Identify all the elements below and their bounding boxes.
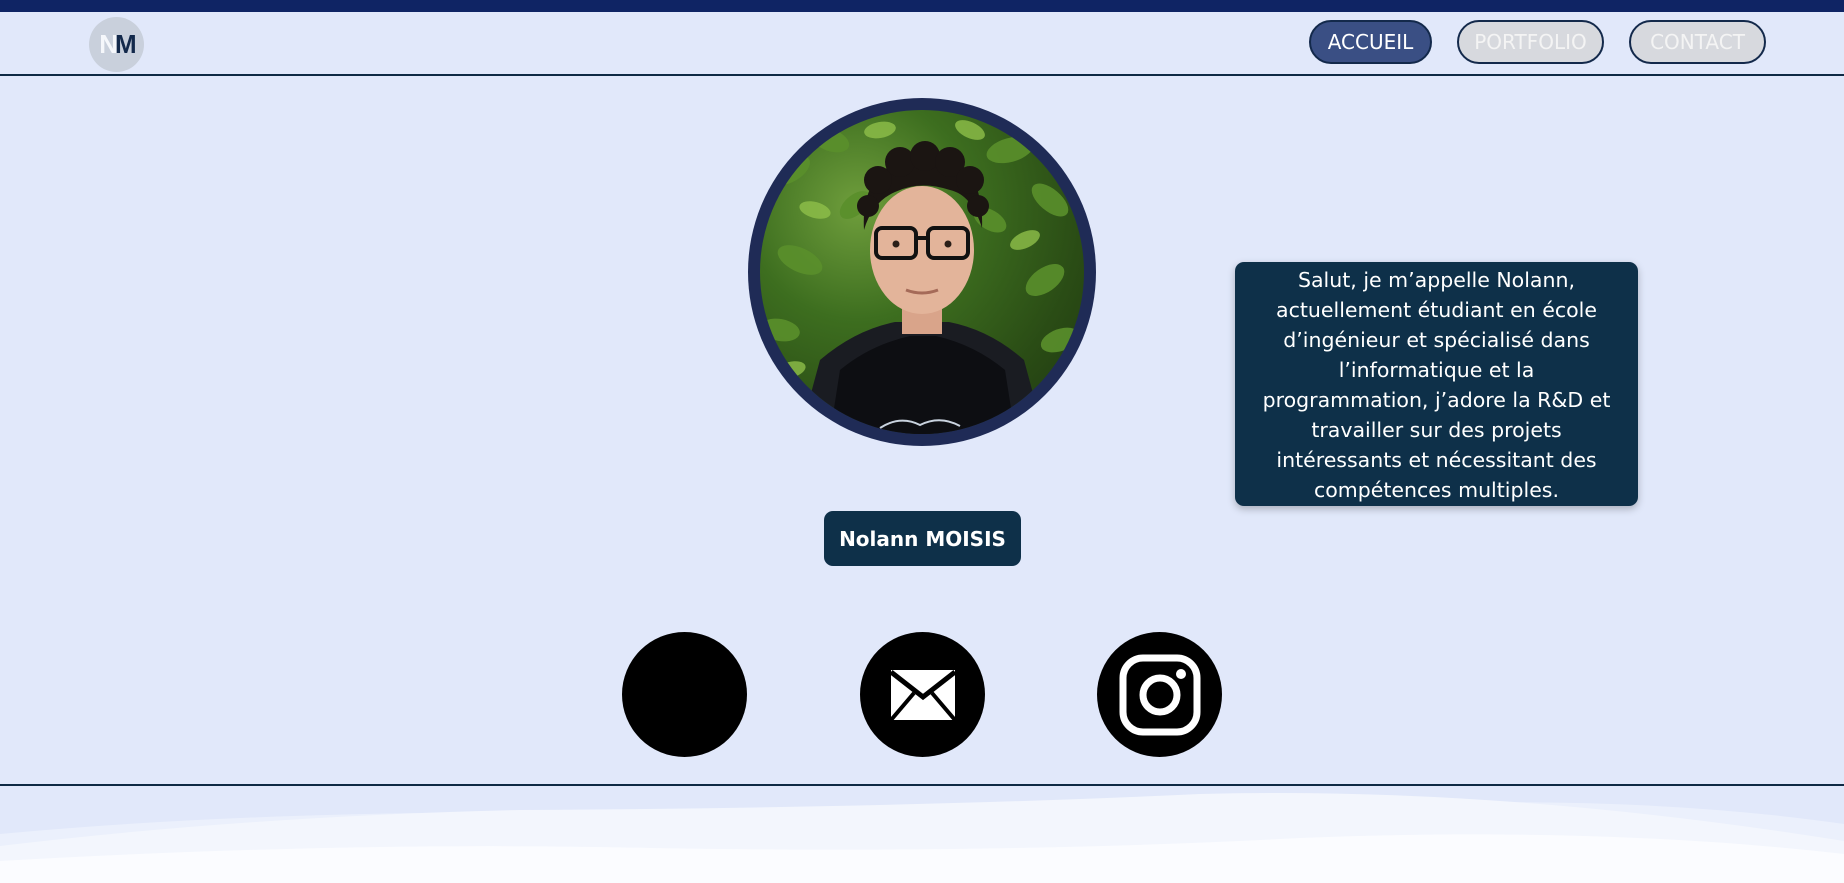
profile-portrait-illustration	[760, 120, 1080, 434]
github-icon	[634, 644, 735, 743]
logo-letter-n: N	[99, 29, 118, 59]
instagram-link[interactable]	[1097, 632, 1222, 757]
nav-portfolio-button[interactable]: PORTFOLIO	[1457, 20, 1604, 64]
logo[interactable]: NM	[89, 17, 144, 72]
instagram-icon	[1119, 654, 1200, 735]
nav-accueil-button[interactable]: ACCUEIL	[1309, 20, 1432, 64]
nav-contact-button[interactable]: CONTACT	[1629, 20, 1766, 64]
top-accent-bar	[0, 0, 1844, 12]
profile-photo	[760, 110, 1084, 434]
name-badge: Nolann MOISIS	[824, 511, 1021, 566]
email-link[interactable]	[860, 632, 985, 757]
footer-waves	[0, 786, 1844, 883]
logo-letter-m: M	[115, 29, 137, 59]
github-link[interactable]	[622, 632, 747, 757]
profile-photo-frame	[748, 98, 1096, 446]
mail-icon	[889, 669, 956, 721]
bio-card: Salut, je m’appelle Nolann, actuellement…	[1235, 262, 1638, 506]
navbar: NM ACCUEIL PORTFOLIO CONTACT	[0, 12, 1844, 76]
